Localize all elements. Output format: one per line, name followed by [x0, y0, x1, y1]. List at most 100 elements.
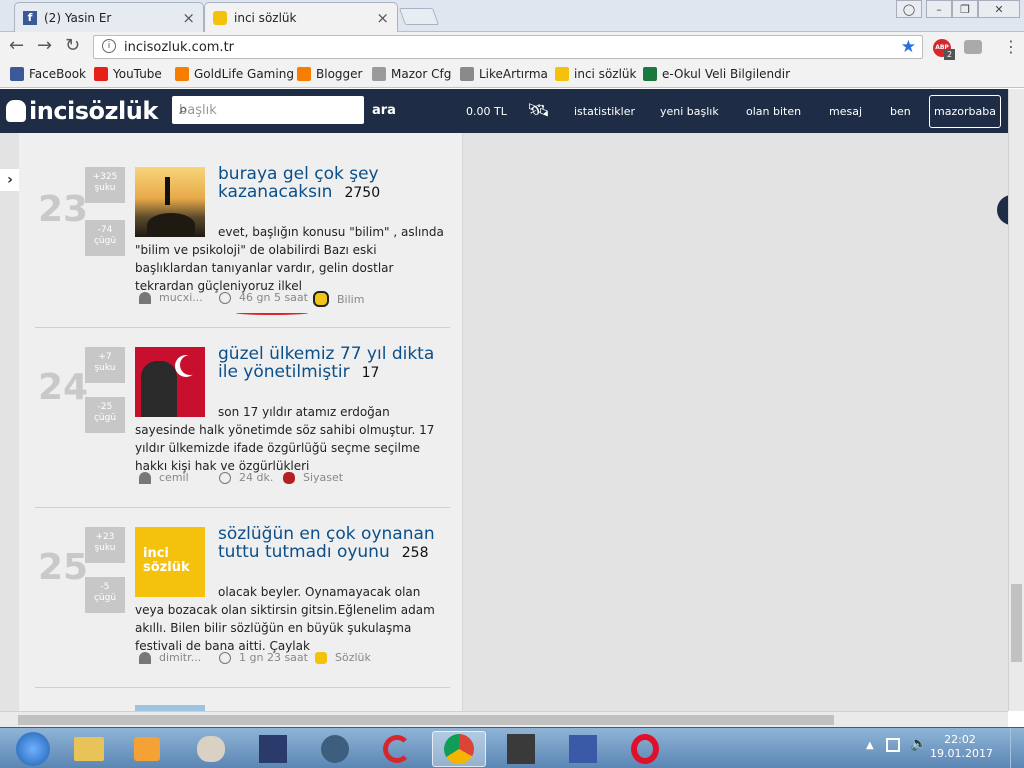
satellite-icon[interactable]: 🛰	[527, 100, 550, 121]
restore-button[interactable]: ❐	[952, 0, 978, 18]
bookmark-likeartirma[interactable]: LikeArtırma	[460, 67, 548, 81]
counter-strike-icon[interactable]	[494, 731, 548, 767]
clock-icon	[219, 651, 231, 664]
chrome-icon[interactable]	[432, 731, 486, 767]
blogger-icon	[297, 67, 311, 81]
entry-time[interactable]: 24 dk.	[219, 471, 273, 484]
info-icon[interactable]: i	[102, 39, 116, 53]
search-input[interactable]: başlık ⌕	[172, 96, 364, 124]
side-bubble[interactable]	[997, 195, 1008, 225]
extension-icon[interactable]	[964, 40, 982, 54]
inci-logo-text: inci sözlük	[143, 546, 190, 575]
downvote-button[interactable]: -25 çügü	[85, 397, 125, 433]
bookmark-star-icon[interactable]: ★	[901, 37, 916, 57]
entry-title-link[interactable]: buraya gel çok şey kazanacaksın 2750	[218, 165, 450, 202]
bookmark-facebook[interactable]: FaceBook	[10, 67, 86, 81]
nav-ben[interactable]: ben	[890, 105, 911, 118]
inci-icon	[213, 10, 227, 25]
new-tab-button[interactable]	[398, 8, 440, 25]
owl-red-icon	[283, 471, 295, 484]
network-icon[interactable]	[886, 738, 900, 752]
tab-title: inci sözlük	[234, 10, 297, 25]
user-menu-button[interactable]: mazorbaba	[929, 95, 1001, 128]
scrollbar-thumb[interactable]	[1011, 584, 1022, 662]
address-bar[interactable]: i incisozluk.com.tr ★	[93, 35, 923, 59]
facebook-icon: f	[23, 10, 37, 25]
entry-time[interactable]: 46 gn 5 saat	[219, 291, 308, 304]
forward-icon[interactable]: →	[37, 37, 52, 55]
entry-excerpt: evet, başlığın konusu "bilim" , aslında …	[135, 225, 444, 293]
entry-author[interactable]: cemil	[139, 471, 189, 484]
vertical-scrollbar[interactable]	[1008, 89, 1024, 711]
entry-channel[interactable]: Bilim	[313, 291, 364, 307]
teamspeak-icon[interactable]	[308, 731, 362, 767]
nav-istatistikler[interactable]: istatistikler	[574, 105, 635, 118]
user-icon	[139, 291, 151, 304]
blogger-icon	[175, 67, 189, 81]
bookmark-eokul[interactable]: e-Okul Veli Bilgilendir	[643, 67, 790, 81]
back-icon[interactable]: ←	[9, 37, 24, 55]
bookmark-blogger[interactable]: Blogger	[297, 67, 362, 81]
entry-count: 258	[401, 545, 429, 561]
divider	[35, 687, 450, 688]
show-hidden-icons[interactable]: ▲	[866, 740, 874, 751]
tab-title: (2) Yasin Er	[44, 10, 112, 25]
media-player-icon[interactable]	[120, 731, 174, 767]
close-window-button[interactable]: ✕	[978, 0, 1020, 18]
entry-channel[interactable]: Sözlük	[315, 651, 371, 664]
site-logo[interactable]: incisözlük	[6, 97, 158, 125]
upvote-button[interactable]: +325 şuku	[85, 167, 125, 203]
user-icon[interactable]: ◯	[896, 0, 922, 18]
bookmark-mazor-cfg[interactable]: Mazor Cfg	[372, 67, 451, 81]
horizontal-scrollbar[interactable]	[0, 711, 1008, 727]
show-desktop-button[interactable]	[1010, 728, 1024, 768]
bookmark-inci-sozluk[interactable]: inci sözlük	[555, 67, 636, 81]
reload-icon[interactable]: ↻	[65, 37, 80, 55]
photo-editor-icon[interactable]	[246, 731, 300, 767]
upvote-button[interactable]: +23 şuku	[85, 527, 125, 563]
scrollbar-thumb[interactable]	[18, 715, 834, 725]
close-tab-icon[interactable]: ×	[376, 9, 389, 27]
entry-channel[interactable]: Siyaset	[283, 471, 343, 484]
search-button[interactable]: ara	[372, 103, 396, 118]
tools-icon	[372, 67, 386, 81]
game-icon[interactable]	[556, 731, 610, 767]
paint-icon[interactable]	[184, 731, 238, 767]
opera-icon[interactable]	[618, 731, 672, 767]
entry-time[interactable]: 1 gn 23 saat	[219, 651, 308, 664]
tab-inci-sozluk[interactable]: inci sözlük ×	[204, 2, 398, 32]
search-icon[interactable]: ⌕	[179, 100, 358, 118]
upvote-button[interactable]: +7 şuku	[85, 347, 125, 383]
explorer-icon[interactable]	[62, 731, 116, 767]
start-orb[interactable]	[6, 731, 60, 767]
entry-excerpt: son 17 yıldır atamız erdoğan sayesinde h…	[135, 405, 435, 473]
bookmark-goldlife[interactable]: GoldLife Gaming	[175, 67, 294, 81]
ccleaner-icon[interactable]	[370, 731, 424, 767]
balance-text[interactable]: 0.00 TL	[466, 105, 507, 118]
entry-item: 25 +23 şuku -5 çügü inci sözlük sözlüğün e…	[35, 525, 450, 697]
volume-icon[interactable]: 🔈	[910, 736, 927, 752]
browser-tab-strip: f (2) Yasin Er × inci sözlük × ◯ – ❐ ✕	[0, 0, 1024, 32]
bookmark-youtube[interactable]: YouTube	[94, 67, 162, 81]
windows-taskbar: ▲ 🔈 22:02 19.01.2017	[0, 727, 1024, 768]
entry-title-link[interactable]: sözlüğün en çok oynanan tuttu tutmadı oy…	[218, 525, 450, 562]
entry-title-link[interactable]: güzel ülkemiz 77 yıl dikta ile yönetilmi…	[218, 345, 450, 382]
close-tab-icon[interactable]: ×	[182, 9, 195, 27]
menu-icon[interactable]: ⋮	[1003, 37, 1019, 56]
downvote-button[interactable]: -5 çügü	[85, 577, 125, 613]
nav-mesaj[interactable]: mesaj	[829, 105, 862, 118]
clock-icon	[219, 291, 231, 304]
nav-yeni-baslik[interactable]: yeni başlık	[660, 105, 719, 118]
red-underline	[236, 311, 308, 315]
downvote-button[interactable]: -74 çügü	[85, 220, 125, 256]
system-clock[interactable]: 22:02 19.01.2017	[930, 733, 993, 761]
nav-olan-biten[interactable]: olan biten	[746, 105, 801, 118]
entry-author[interactable]: dimitr...	[139, 651, 201, 664]
inci-icon	[555, 67, 569, 81]
owl-icon	[6, 100, 26, 122]
entry-author[interactable]: mucxi...	[139, 291, 203, 304]
minimize-button[interactable]: –	[926, 0, 952, 18]
person-silhouette	[165, 177, 170, 205]
sidebar-toggle-icon[interactable]: ›	[0, 169, 20, 191]
tab-facebook[interactable]: f (2) Yasin Er ×	[14, 2, 204, 32]
